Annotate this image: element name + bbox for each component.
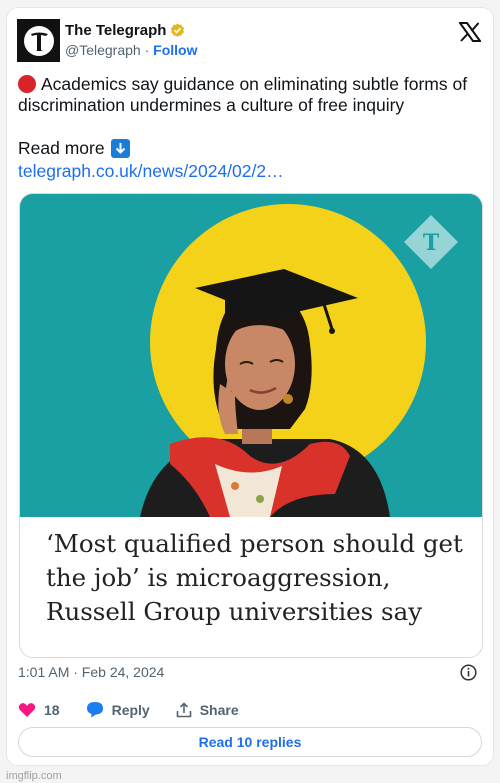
info-icon[interactable] (460, 664, 477, 686)
reply-button[interactable]: Reply (86, 701, 150, 718)
article-link[interactable]: telegraph.co.uk/news/2024/02/2… (18, 161, 284, 182)
like-button[interactable]: 18 (18, 702, 60, 718)
telegraph-logo-icon (23, 25, 54, 56)
article-headline: ‘Most qualified person should get the jo… (46, 529, 463, 626)
read-replies-button[interactable]: Read 10 replies (18, 727, 482, 757)
account-name-text[interactable]: The Telegraph (65, 22, 166, 39)
read-more-text: Read more (18, 138, 105, 158)
tweet-card: The Telegraph @Telegraph · Follow Academ… (6, 7, 494, 766)
reply-label: Reply (111, 701, 150, 718)
timestamp[interactable]: 1:01 AM · Feb 24, 2024 (18, 664, 164, 680)
svg-text:T: T (423, 230, 440, 256)
separator-dot: · (144, 42, 150, 58)
like-count: 18 (44, 701, 60, 718)
x-logo-icon[interactable] (458, 22, 482, 47)
tweet-text: Academics say guidance on eliminating su… (18, 74, 488, 116)
read-more-row: Read more (18, 138, 130, 159)
red-circle-icon (18, 75, 36, 93)
telegraph-avatar[interactable] (17, 19, 60, 62)
reply-bubble-icon (86, 702, 103, 718)
action-bar: 18 Reply Share (18, 701, 265, 718)
share-icon (176, 701, 192, 717)
account-name[interactable]: The Telegraph (65, 22, 185, 39)
imgflip-watermark: imgflip.com (6, 770, 62, 782)
heart-icon (18, 702, 36, 717)
handle-row: @Telegraph · Follow (65, 42, 197, 58)
account-handle[interactable]: @Telegraph (65, 42, 141, 58)
share-button[interactable]: Share (176, 702, 239, 718)
article-image: T (20, 194, 482, 517)
follow-button[interactable]: Follow (153, 42, 197, 58)
tweet-body: Academics say guidance on eliminating su… (18, 74, 468, 115)
down-arrow-icon (110, 139, 130, 158)
verified-badge-icon (171, 23, 185, 37)
share-label: Share (199, 701, 239, 718)
link-preview-card[interactable]: T ‘Most qualified person should get the … (19, 193, 483, 658)
